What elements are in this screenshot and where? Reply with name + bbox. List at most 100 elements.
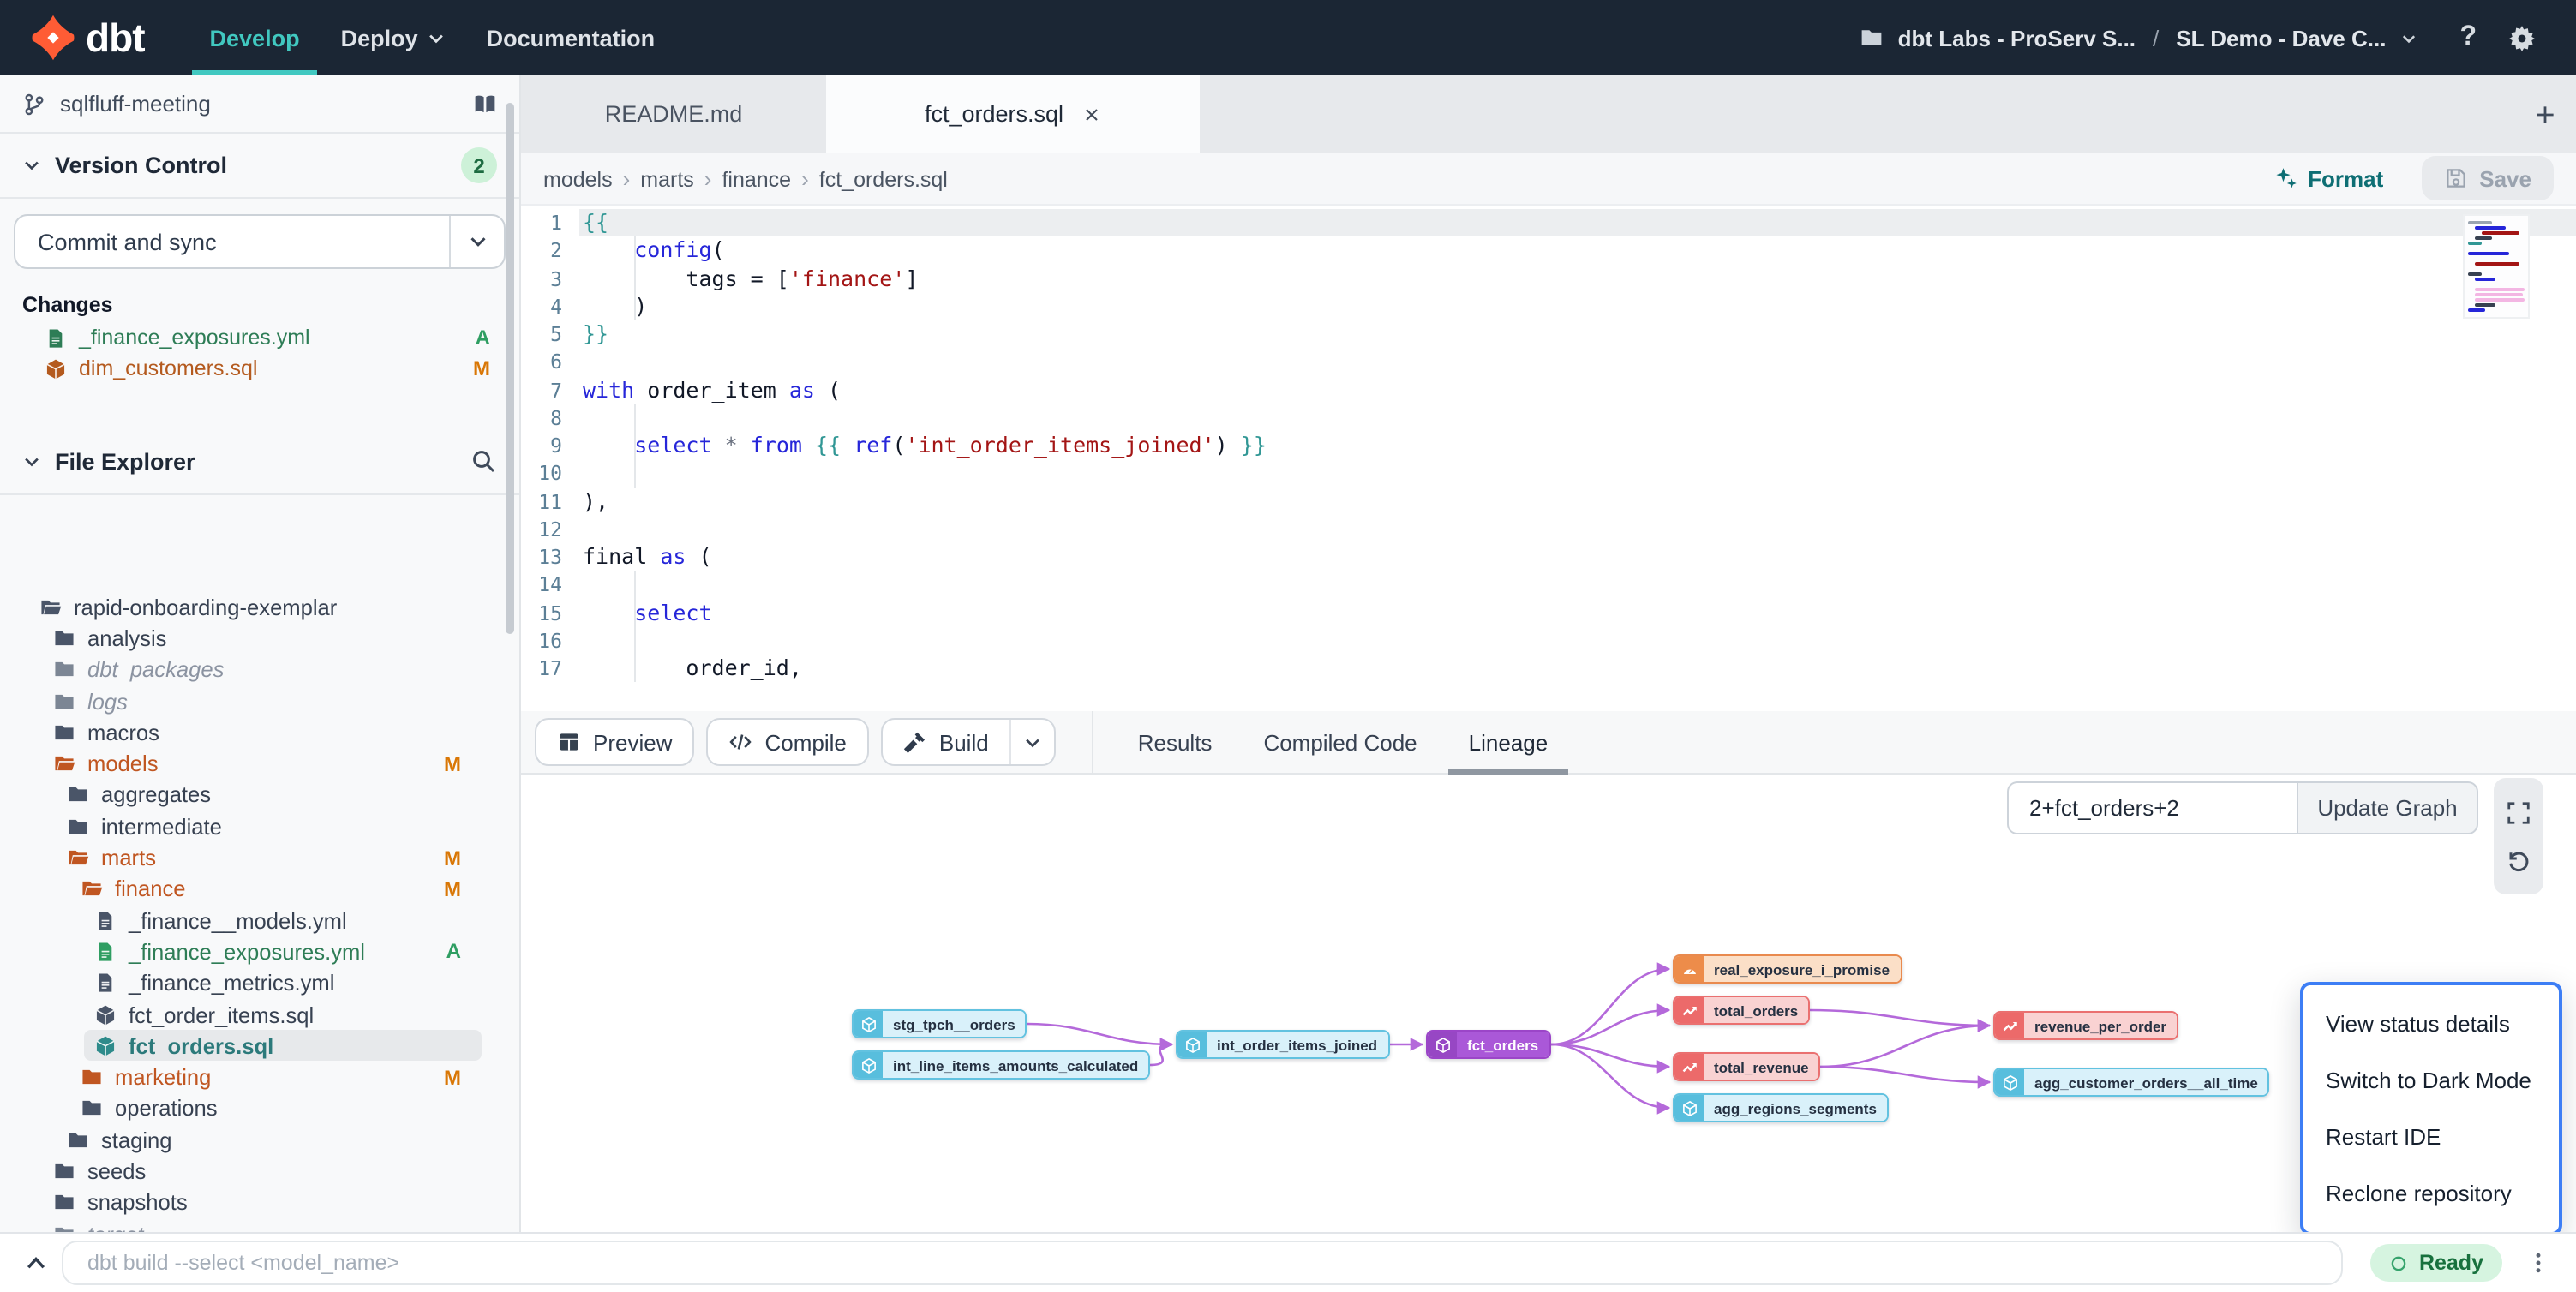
lineage-node-total_revenue[interactable]: total_revenue xyxy=(1673,1052,1821,1081)
change-item[interactable]: dim_customers.sqlM xyxy=(0,353,519,384)
tree-scrollbar[interactable] xyxy=(506,103,514,634)
tree-item-operations[interactable]: operations xyxy=(0,1093,519,1125)
tree-item-logs[interactable]: logs xyxy=(0,685,519,717)
help-button[interactable]: ? xyxy=(2459,22,2477,53)
tab-fct_orders.sql[interactable]: fct_orders.sql xyxy=(826,75,1200,153)
tree-item-seeds[interactable]: seeds xyxy=(0,1156,519,1187)
new-tab-plus-icon[interactable] xyxy=(2533,102,2557,126)
panel-tab-compiled-code[interactable]: Compiled Code xyxy=(1263,711,1417,773)
build-button[interactable]: Build xyxy=(883,720,1009,764)
change-item[interactable]: _finance_exposures.ymlA xyxy=(0,322,519,353)
format-button[interactable]: Format xyxy=(2273,165,2383,191)
tree-item-analysis[interactable]: analysis xyxy=(0,623,519,655)
tree-item-_finance_exposures.yml[interactable]: _finance_exposures.ymlA xyxy=(0,936,519,968)
lineage-node-fct_orders[interactable]: fct_orders xyxy=(1426,1030,1550,1059)
search-icon[interactable] xyxy=(470,447,497,475)
line-number: 10 xyxy=(521,460,579,488)
docs-book-icon[interactable] xyxy=(473,92,497,116)
tree-item-_finance__models.yml[interactable]: _finance__models.yml xyxy=(0,905,519,936)
update-graph-button[interactable]: Update Graph xyxy=(2297,781,2478,834)
tree-item-macros[interactable]: macros xyxy=(0,716,519,748)
node-label: total_revenue xyxy=(1704,1054,1819,1080)
folder-icon xyxy=(81,1098,103,1120)
metric-trend-icon xyxy=(1680,1002,1698,1019)
tree-item-aggregates[interactable]: aggregates xyxy=(0,780,519,811)
nav-item-develop[interactable]: Develop xyxy=(189,0,321,75)
tree-item-marts[interactable]: martsM xyxy=(0,842,519,874)
panel-tab-lineage[interactable]: Lineage xyxy=(1469,711,1549,773)
tree-item-fct_order_items.sql[interactable]: fct_order_items.sql xyxy=(0,999,519,1031)
tree-item-marketing[interactable]: marketingM xyxy=(0,1062,519,1093)
commit-and-sync-button[interactable]: Commit and sync xyxy=(14,214,506,269)
chevron-up-icon[interactable] xyxy=(24,1251,48,1275)
chevron-down-icon xyxy=(467,231,488,252)
tree-item-label: _finance_metrics.yml xyxy=(129,970,334,996)
menu-item-switch-to-dark-mode[interactable]: Switch to Dark Mode xyxy=(2303,1052,2559,1109)
breadcrumb-separator-icon: › xyxy=(704,165,712,191)
line-content xyxy=(579,516,2576,544)
change-file-name: _finance_exposures.yml xyxy=(79,326,310,350)
tree-item-finance[interactable]: financeM xyxy=(0,873,519,905)
tree-item-intermediate[interactable]: intermediate xyxy=(0,810,519,842)
main-nav: DevelopDeployDocumentation xyxy=(189,0,676,75)
preview-button[interactable]: Preview xyxy=(535,718,695,766)
lineage-node-int_order_items_joined[interactable]: int_order_items_joined xyxy=(1176,1030,1389,1059)
minimap[interactable] xyxy=(2465,216,2528,317)
line-content xyxy=(579,627,2576,655)
account-name[interactable]: dbt Labs - ProServ S... xyxy=(1898,25,2136,51)
compile-button[interactable]: Compile xyxy=(707,718,869,766)
menu-item-view-status-details[interactable]: View status details xyxy=(2303,996,2559,1052)
panel-tab-label: Results xyxy=(1138,729,1213,755)
menu-item-restart-ide[interactable]: Restart IDE xyxy=(2303,1109,2559,1165)
tree-item-target[interactable]: target xyxy=(0,1218,519,1232)
toolbar-divider xyxy=(1092,711,1093,773)
code-line: 1{{ xyxy=(521,209,2576,237)
project-selector[interactable]: SL Demo - Dave C... xyxy=(2176,25,2386,51)
nav-item-deploy[interactable]: Deploy xyxy=(321,0,466,75)
branch-selector[interactable]: sqlfluff-meeting xyxy=(0,75,519,134)
lineage-node-revenue_per_order[interactable]: revenue_per_order xyxy=(1993,1011,2178,1040)
tree-item-dbt_packages[interactable]: dbt_packages xyxy=(0,654,519,685)
code-line: 4 ) xyxy=(521,293,2576,321)
lineage-node-stg_tpch__orders[interactable]: stg_tpch__orders xyxy=(852,1009,1027,1038)
chevron-down-icon[interactable] xyxy=(2399,28,2418,47)
version-control-header[interactable]: Version Control 2 xyxy=(0,134,519,199)
commit-options-caret[interactable] xyxy=(449,216,504,267)
lineage-node-total_orders[interactable]: total_orders xyxy=(1673,996,1810,1025)
panel-toolbar: PreviewCompile Build Results Compiled Code… xyxy=(521,711,2576,775)
dbt-logo[interactable]: dbt xyxy=(29,0,145,75)
menu-item-label: Reclone repository xyxy=(2326,1181,2512,1206)
lineage-node-int_line_items_amounts_calculated[interactable]: int_line_items_amounts_calculated xyxy=(852,1050,1150,1080)
fullscreen-icon[interactable] xyxy=(2506,799,2531,825)
build-options-caret[interactable] xyxy=(1009,720,1054,764)
nav-item-documentation[interactable]: Documentation xyxy=(466,0,676,75)
save-button[interactable]: Save xyxy=(2421,156,2554,200)
format-label: Format xyxy=(2308,165,2383,191)
tree-item-label: seeds xyxy=(87,1158,146,1184)
lineage-node-agg_regions_segments[interactable]: agg_regions_segments xyxy=(1673,1093,1889,1122)
button-label: Build xyxy=(939,729,989,755)
line-number: 7 xyxy=(521,376,579,404)
lineage-selector-input[interactable] xyxy=(2007,781,2297,834)
lineage-node-agg_customer_orders__all_time[interactable]: agg_customer_orders__all_time xyxy=(1993,1068,2270,1097)
metric-trend-icon xyxy=(2001,1017,2018,1034)
lineage-node-real_exposure_i_promise[interactable]: real_exposure_i_promise xyxy=(1673,954,1902,984)
tree-item-snapshots[interactable]: snapshots xyxy=(0,1187,519,1218)
menu-item-reclone-repository[interactable]: Reclone repository xyxy=(2303,1165,2559,1222)
close-icon[interactable] xyxy=(1081,104,1101,124)
panel-tab-results[interactable]: Results xyxy=(1138,711,1213,773)
line-number: 2 xyxy=(521,237,579,266)
settings-gear-icon[interactable] xyxy=(2507,23,2537,52)
tree-item-_finance_metrics.yml[interactable]: _finance_metrics.yml xyxy=(0,967,519,999)
reset-view-icon[interactable] xyxy=(2506,847,2531,873)
tree-item-models[interactable]: modelsM xyxy=(0,748,519,780)
code-editor[interactable]: 1{{2 config(3 tags = ['finance']4 )5}}67… xyxy=(521,206,2576,711)
tab-README.md[interactable]: README.md xyxy=(521,75,826,153)
tree-item-fct_orders.sql[interactable]: fct_orders.sql xyxy=(0,1030,519,1062)
tree-item-staging[interactable]: staging xyxy=(0,1124,519,1156)
file-explorer-header[interactable]: File Explorer xyxy=(0,428,519,493)
command-input[interactable] xyxy=(62,1241,2344,1285)
kebab-menu-icon[interactable] xyxy=(2526,1251,2550,1275)
lineage-selector-group: Update Graph xyxy=(2007,781,2478,834)
tree-item-rapid-onboarding-exemplar[interactable]: rapid-onboarding-exemplar xyxy=(0,591,519,623)
